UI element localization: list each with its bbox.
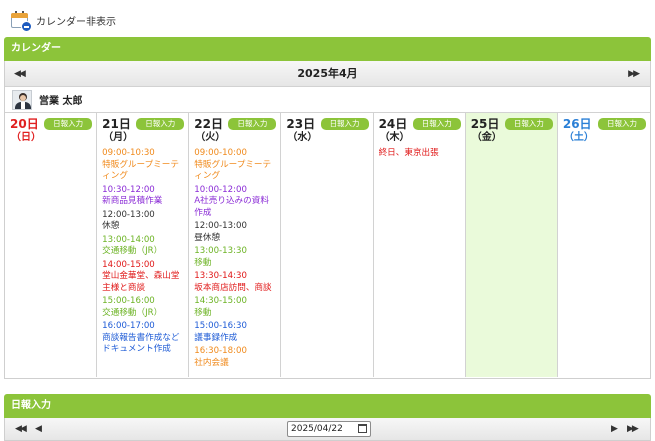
schedule-item[interactable]: 15:00-16:00 交通移動（JR） <box>102 296 188 319</box>
schedule-title: 移動 <box>194 257 212 268</box>
schedule-item[interactable]: 13:00-14:00 交通移動（JR） <box>102 235 188 258</box>
schedule-time: 10:00-12:00 <box>194 184 247 195</box>
day-header: 20日 （日） 日報入力 <box>10 117 96 147</box>
schedule-time: 12:00-13:00 <box>194 221 247 231</box>
calendar-picker-icon[interactable] <box>358 424 367 433</box>
schedule-time: 12:00-13:00 <box>102 209 155 220</box>
nippo-next-day-button[interactable]: ▶ <box>611 418 618 441</box>
schedule-title: 終日、東京出張 <box>378 148 439 158</box>
schedule-item[interactable]: 15:00-16:30 議事録作成 <box>194 321 280 344</box>
schedule-time: 16:30-18:00 <box>194 346 247 356</box>
schedule-item[interactable]: 14:30-15:00 移動 <box>194 296 280 319</box>
schedule-item[interactable]: 10:00-12:00 A社売り込みの資料作成 <box>194 185 280 220</box>
schedule-item[interactable]: 16:30-18:00 社内会議 <box>194 346 280 369</box>
schedule-title: 坂本商店訪問、商談 <box>194 282 272 293</box>
schedule-title: 議事録作成 <box>194 332 238 343</box>
calendar-panel-title: カレンダー <box>11 43 61 54</box>
calendar-hide-label: カレンダー非表示 <box>36 16 116 28</box>
schedule-item[interactable]: 09:00-10:00 特販グループミーティング <box>194 148 280 183</box>
schedule-title: 昼休憩 <box>194 232 221 243</box>
nippo-nav-bar: ◀◀ ◀ 2025/04/22 ▶ ▶▶ <box>4 418 651 441</box>
day-header: 23日 （水） 日報入力 <box>286 117 372 147</box>
day-column: 23日 （水） 日報入力 <box>281 113 374 377</box>
schedule-time: 15:00-16:30 <box>194 321 247 331</box>
next-month-button[interactable]: ▶▶ <box>628 61 640 87</box>
user-bar: 営業 太郎 <box>5 87 650 113</box>
schedule-title: 特販グループミーティング <box>102 159 179 182</box>
nippo-input-button[interactable]: 日報入力 <box>136 118 185 130</box>
week-grid: 20日 （日） 日報入力 21日 （月） 日報入力 09:00-10:30 特販グループミーテ… <box>5 113 650 377</box>
user-name: 営業 太郎 <box>39 96 83 107</box>
nippo-panel-header: 日報入力 <box>4 394 651 418</box>
day-header: 22日 （火） 日報入力 <box>194 117 280 147</box>
day-weekday: （火） <box>195 132 226 143</box>
schedule-title: 新商品見積作業 <box>102 196 163 206</box>
calendar-hide-icon <box>10 10 32 32</box>
schedule-item[interactable]: 16:00-17:00 商談報告書作成などドキュメント作成 <box>102 321 188 356</box>
schedule-time: 16:00-17:00 <box>102 321 155 331</box>
day-column: 26日 （土） 日報入力 <box>558 113 650 377</box>
nippo-prev-day-button[interactable]: ◀ <box>35 418 42 441</box>
schedule-title: 交通移動（JR） <box>102 246 163 256</box>
day-weekday: （土） <box>563 132 594 143</box>
day-column: 22日 （火） 日報入力 09:00-10:00 特販グループミーティング 10:00-1… <box>189 113 282 377</box>
calendar-hide-toggle[interactable]: カレンダー非表示 <box>10 9 116 32</box>
schedule-time: 14:30-15:00 <box>194 296 247 306</box>
avatar <box>12 89 32 110</box>
day-weekday: （金） <box>471 132 502 143</box>
nippo-input-button[interactable]: 日報入力 <box>597 118 646 130</box>
schedule-title: 商談報告書作成などドキュメント作成 <box>102 332 180 355</box>
schedule-title: 交通移動（JR） <box>102 307 163 318</box>
calendar: ◀◀ 2025年4月 ▶▶ 営業 太郎 20日 （日） 日報入力 21日 （月） 日報入力… <box>4 61 651 379</box>
day-weekday: （水） <box>287 132 318 143</box>
schedule-time: 15:00-16:00 <box>102 296 155 306</box>
schedule-title: 社内会議 <box>194 357 229 368</box>
schedule-item[interactable]: 09:00-10:30 特販グループミーティング <box>102 148 188 183</box>
calendar-panel-header: カレンダー <box>4 37 651 61</box>
schedule-title: 堂山金華堂、森山堂主様と商談 <box>102 271 180 293</box>
nippo-next-week-button[interactable]: ▶▶ <box>627 418 639 441</box>
month-label: 2025年4月 <box>297 67 358 80</box>
schedule-title: 移動 <box>194 307 212 318</box>
day-column: 24日 （木） 日報入力 終日、東京出張 <box>374 113 466 377</box>
schedule-title: 休憩 <box>102 221 120 231</box>
schedule-item[interactable]: 10:30-12:00 新商品見積作業 <box>102 185 188 208</box>
schedule-item[interactable]: 12:00-13:00 昼休憩 <box>194 221 280 244</box>
schedule-time: 09:00-10:00 <box>194 148 247 158</box>
schedule-item[interactable]: 終日、東京出張 <box>379 148 465 160</box>
schedule-item[interactable]: 14:00-15:00 堂山金華堂、森山堂主様と商談 <box>102 260 188 295</box>
day-header: 26日 （土） 日報入力 <box>563 117 650 147</box>
schedule-item[interactable]: 12:00-13:00 休憩 <box>102 210 188 233</box>
schedule-time: 13:30-14:30 <box>194 271 247 281</box>
day-weekday: （日） <box>11 132 41 143</box>
schedule-time: 13:00-14:00 <box>102 234 155 245</box>
schedule-title: 特販グループミーティング <box>194 159 272 182</box>
nippo-input-button[interactable]: 日報入力 <box>412 118 461 130</box>
day-header: 21日 （月） 日報入力 <box>102 117 188 147</box>
day-weekday: （月） <box>103 132 134 143</box>
month-bar: ◀◀ 2025年4月 ▶▶ <box>5 61 650 87</box>
day-header: 25日 （金） 日報入力 <box>471 117 557 147</box>
nippo-input-button[interactable]: 日報入力 <box>320 118 369 130</box>
schedule-item[interactable]: 13:30-14:30 坂本商店訪問、商談 <box>194 271 280 294</box>
schedule-time: 14:00-15:00 <box>102 259 155 270</box>
prev-month-button[interactable]: ◀◀ <box>14 61 26 87</box>
nippo-input-button[interactable]: 日報入力 <box>228 118 277 130</box>
nippo-panel-title: 日報入力 <box>11 400 51 411</box>
day-column: 20日 （日） 日報入力 <box>5 113 98 377</box>
day-column: 21日 （月） 日報入力 09:00-10:30 特販グループミーティング 10:30-1… <box>97 113 190 377</box>
nippo-input-button[interactable]: 日報入力 <box>504 118 553 130</box>
schedule-time: 09:00-10:30 <box>102 148 155 158</box>
day-header: 24日 （木） 日報入力 <box>379 117 465 147</box>
nippo-input-button[interactable]: 日報入力 <box>44 118 93 130</box>
day-column: 25日 （金） 日報入力 <box>465 113 558 377</box>
schedule-time: 13:00-13:30 <box>194 246 247 256</box>
nippo-prev-week-button[interactable]: ◀◀ <box>15 418 27 441</box>
day-weekday: （木） <box>379 132 410 143</box>
date-input-value: 2025/04/22 <box>291 424 343 434</box>
schedule-time: 10:30-12:00 <box>102 184 155 195</box>
date-input[interactable]: 2025/04/22 <box>287 421 371 437</box>
schedule-title: A社売り込みの資料作成 <box>194 196 269 218</box>
schedule-item[interactable]: 13:00-13:30 移動 <box>194 246 280 269</box>
